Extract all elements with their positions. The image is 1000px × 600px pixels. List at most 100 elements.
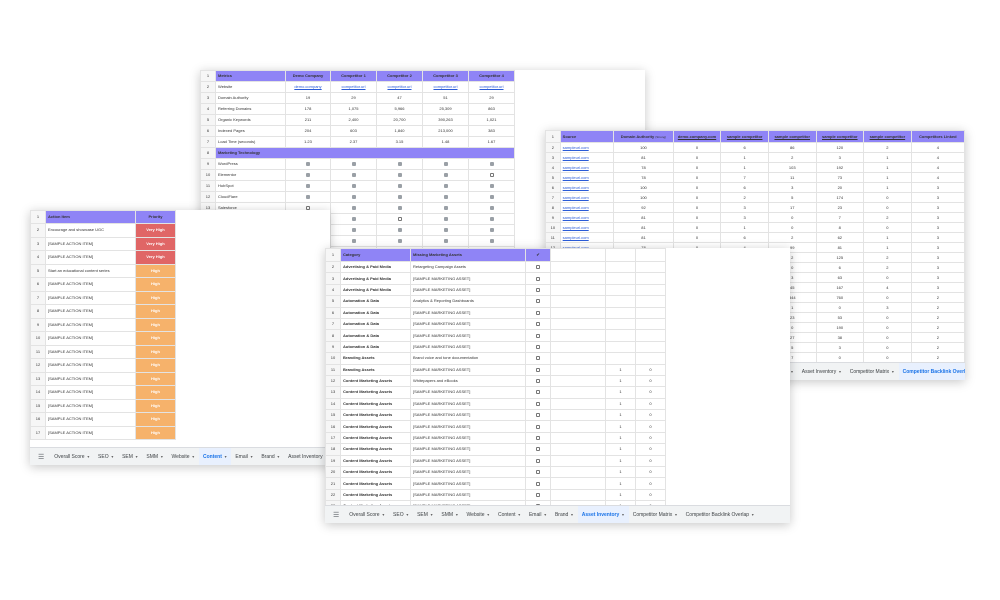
checkbox[interactable] <box>536 356 540 361</box>
checkbox[interactable] <box>397 238 402 243</box>
checkbox[interactable] <box>443 183 448 188</box>
chevron-down-icon[interactable]: ▼ <box>160 455 163 459</box>
source-link[interactable]: sampleurl.com <box>563 225 589 230</box>
sheet-tab[interactable]: Competitor Matrix ▼ <box>629 506 682 523</box>
priority-badge[interactable]: High <box>138 363 173 367</box>
priority-badge[interactable]: High <box>138 336 173 340</box>
chevron-down-icon[interactable]: ▼ <box>111 455 114 459</box>
chevron-down-icon[interactable]: ▼ <box>674 513 677 517</box>
checkbox[interactable] <box>536 310 540 315</box>
priority-badge[interactable]: High <box>138 268 173 273</box>
source-link[interactable]: sampleurl.com <box>563 185 589 190</box>
checkbox[interactable] <box>536 458 540 463</box>
checkbox[interactable] <box>536 333 540 338</box>
sheet-tab[interactable]: Content▼ <box>198 448 232 465</box>
checkbox[interactable] <box>489 216 494 221</box>
source-link[interactable]: sampleurl.com <box>563 175 589 180</box>
sheet-tab[interactable]: Website▼ <box>463 506 494 523</box>
priority-badge[interactable]: High <box>138 349 173 354</box>
chevron-down-icon[interactable]: ▼ <box>570 513 573 517</box>
sheet-tab[interactable]: Overall Score▼ <box>345 506 389 523</box>
sheet-tab[interactable]: Asset Inventory▼ <box>798 363 846 380</box>
checkbox[interactable] <box>351 161 356 166</box>
sheets-menu-icon[interactable]: ☰ <box>30 453 50 461</box>
sheet-tab[interactable]: Asset Inventory▼ <box>284 448 330 465</box>
sheet-tab[interactable]: SEO▼ <box>389 506 413 523</box>
priority-badge[interactable]: High <box>138 390 173 394</box>
sheet-tab[interactable]: Competitor Backlink Overlap▼ <box>682 506 759 523</box>
priority-badge[interactable]: High <box>138 403 173 408</box>
checkbox[interactable] <box>536 265 540 270</box>
checkbox[interactable] <box>443 238 448 243</box>
priority-badge[interactable]: Very High <box>138 228 173 232</box>
sheet-tab[interactable]: Website▼ <box>168 448 199 465</box>
checkbox[interactable] <box>489 172 494 177</box>
chevron-down-icon[interactable]: ▼ <box>790 370 793 374</box>
source-link[interactable]: sampleurl.com <box>563 165 589 170</box>
checkbox[interactable] <box>536 344 540 349</box>
website-link[interactable]: competitor.url <box>433 84 457 89</box>
sheet-tab[interactable]: Competitor Backlink Overlap▼ <box>898 363 965 380</box>
chevron-down-icon[interactable]: ▼ <box>487 513 490 517</box>
checkbox[interactable] <box>397 227 402 232</box>
source-link[interactable]: sampleurl.com <box>563 195 589 200</box>
checkbox[interactable] <box>536 299 540 304</box>
chevron-down-icon[interactable]: ▼ <box>838 370 841 374</box>
checkbox[interactable] <box>489 161 494 166</box>
website-link[interactable]: demo.company <box>294 84 321 89</box>
checkbox[interactable] <box>397 161 402 166</box>
sheet-tab[interactable]: Competitor Matrix ▼ <box>846 363 899 380</box>
checkbox[interactable] <box>351 216 356 221</box>
chevron-down-icon[interactable]: ▼ <box>250 455 253 459</box>
website-link[interactable]: competitor.url <box>387 84 411 89</box>
chevron-down-icon[interactable]: ▼ <box>192 455 195 459</box>
checkbox[interactable] <box>536 424 540 429</box>
checkbox[interactable] <box>536 481 540 486</box>
checkbox[interactable] <box>306 194 310 199</box>
chevron-down-icon[interactable]: ▼ <box>87 455 90 459</box>
sheet-tab[interactable]: Email▼ <box>231 448 257 465</box>
sheet-tab[interactable]: SMM▼ <box>437 506 462 523</box>
sheet-tab[interactable]: SMM▼ <box>142 448 167 465</box>
chevron-down-icon[interactable]: ▼ <box>406 513 409 517</box>
checkbox[interactable] <box>443 161 448 166</box>
checkbox[interactable] <box>443 227 448 232</box>
sheet-tab[interactable]: Email▼ <box>525 506 551 523</box>
checkbox[interactable] <box>351 238 356 243</box>
priority-badge[interactable]: Very High <box>138 241 173 246</box>
checkbox[interactable] <box>536 401 540 406</box>
checkbox[interactable] <box>443 194 448 199</box>
source-link[interactable]: sampleurl.com <box>563 155 589 160</box>
sheet-tab[interactable]: Brand▼ <box>257 448 284 465</box>
checkbox[interactable] <box>351 194 356 199</box>
checkbox[interactable] <box>351 205 356 210</box>
chevron-down-icon[interactable]: ▼ <box>382 513 385 517</box>
source-link[interactable]: sampleurl.com <box>563 215 589 220</box>
checkbox[interactable] <box>536 322 540 327</box>
priority-badge[interactable]: Very High <box>138 255 173 259</box>
checkbox[interactable] <box>443 205 448 210</box>
chevron-down-icon[interactable]: ▼ <box>518 513 521 517</box>
sheet-tab[interactable]: Asset Inventory▼ <box>577 506 629 523</box>
checkbox[interactable] <box>536 470 540 475</box>
sheet-tab[interactable]: SEO▼ <box>94 448 118 465</box>
checkbox[interactable] <box>489 238 494 243</box>
checkbox[interactable] <box>351 183 356 188</box>
website-link[interactable]: competitor.url <box>479 84 503 89</box>
checkbox[interactable] <box>536 287 540 292</box>
priority-badge[interactable]: High <box>138 322 173 327</box>
priority-badge[interactable]: High <box>138 417 173 421</box>
checkbox[interactable] <box>397 172 402 177</box>
source-link[interactable]: sampleurl.com <box>563 145 589 150</box>
priority-badge[interactable]: High <box>138 282 173 286</box>
chevron-down-icon[interactable]: ▼ <box>891 370 894 374</box>
source-link[interactable]: sampleurl.com <box>563 205 589 210</box>
checkbox[interactable] <box>397 183 402 188</box>
chevron-down-icon[interactable]: ▼ <box>277 455 280 459</box>
checkbox[interactable] <box>306 161 310 166</box>
checkbox[interactable] <box>536 276 540 281</box>
checkbox[interactable] <box>397 216 402 221</box>
checkbox[interactable] <box>536 436 540 441</box>
priority-badge[interactable]: High <box>138 309 173 313</box>
sheet-tab[interactable]: SEM▼ <box>118 448 142 465</box>
